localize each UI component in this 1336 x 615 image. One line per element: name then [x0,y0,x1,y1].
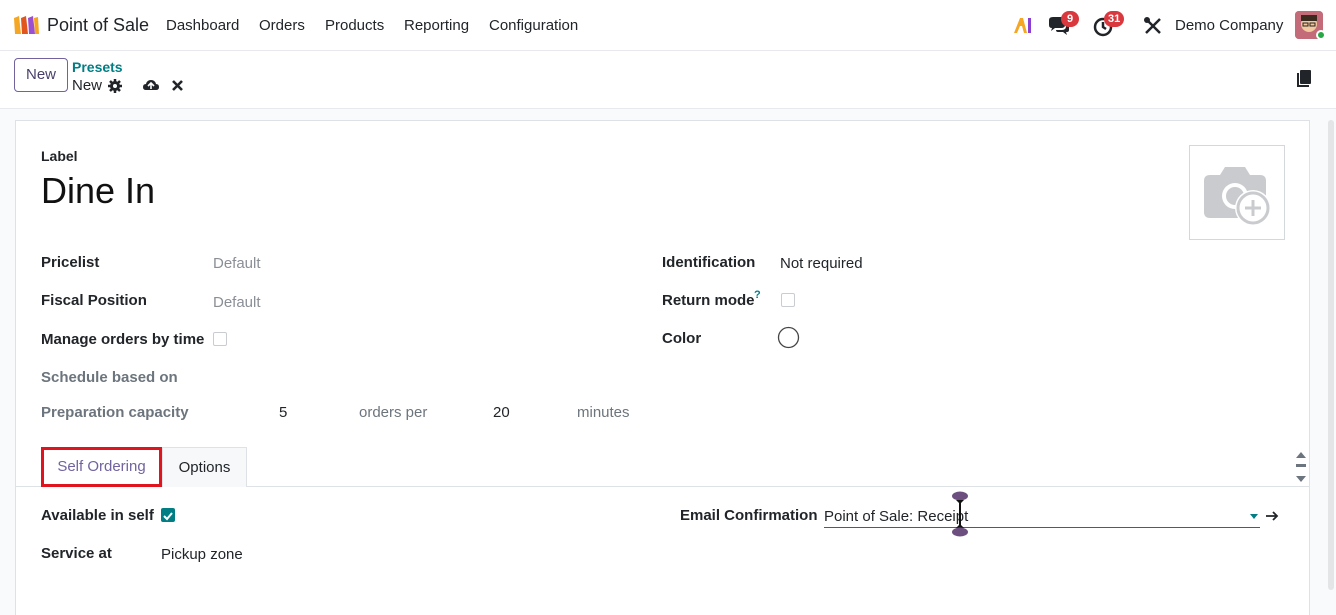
company-switcher[interactable]: Demo Company [1175,17,1283,34]
pricelist-field[interactable]: Default [213,255,261,272]
scroll-arrows-icon[interactable] [1294,450,1308,484]
prep-minutes-field[interactable]: 20 [493,404,510,421]
service-at-field[interactable]: Pickup zone [161,546,243,563]
discard-icon[interactable] [171,79,184,92]
form-sheet [15,120,1310,615]
minutes-text: minutes [577,404,630,421]
fiscal-position-label: Fiscal Position [41,292,147,309]
new-button[interactable]: New [14,58,68,92]
email-confirmation-label: Email Confirmation [680,507,818,524]
return-mode-checkbox[interactable] [781,293,795,307]
service-at-label: Service at [41,545,112,562]
top-navbar: Point of Sale Dashboard Orders Products … [0,0,1336,51]
chevron-down-icon[interactable] [1250,514,1258,519]
pricelist-label: Pricelist [41,254,100,271]
schedule-label: Schedule based on [41,369,178,386]
camera-add-icon [1204,167,1271,226]
email-confirmation-input[interactable]: Point of Sale: Receipt [824,506,1260,528]
breadcrumb-presets[interactable]: Presets [72,59,123,75]
menu-configuration[interactable]: Configuration [489,17,578,34]
menu-orders[interactable]: Orders [259,17,305,34]
color-label: Color [662,330,702,347]
text-cursor-handle-icon [952,491,968,537]
prep-capacity-label: Preparation capacity [41,404,189,421]
label-caption: Label [41,148,78,164]
tab-options[interactable]: Options [162,447,247,487]
identification-field[interactable]: Not required [780,255,863,272]
menu-reporting[interactable]: Reporting [404,17,469,34]
online-status-icon [1316,30,1326,40]
available-in-self-checkbox[interactable] [161,508,175,522]
manage-orders-checkbox[interactable] [213,332,227,346]
page-scrollbar[interactable] [1328,120,1334,590]
tab-self-ordering[interactable]: Self Ordering [41,447,162,487]
pos-app-icon[interactable] [12,14,40,36]
chatter-toggle-icon[interactable] [1297,69,1313,87]
menu-dashboard[interactable]: Dashboard [166,17,239,34]
tools-icon[interactable] [1141,14,1165,38]
label-title-input[interactable]: Dine In [41,170,155,212]
breadcrumb-current: New [72,77,103,94]
manage-orders-label: Manage orders by time [41,331,205,348]
activities-badge: 31 [1104,11,1125,27]
checkmark-icon [163,512,173,521]
ai-icon[interactable] [1012,15,1034,35]
fiscal-position-field[interactable]: Default [213,294,261,311]
messages-badge: 9 [1061,11,1079,27]
available-in-self-label: Available in self [41,507,154,524]
save-cloud-icon[interactable] [142,77,160,93]
image-upload[interactable] [1189,145,1285,240]
app-name[interactable]: Point of Sale [47,15,149,36]
internal-link-arrow-icon[interactable] [1264,508,1280,524]
color-picker-swatch[interactable] [777,326,800,349]
control-panel: New Presets New [0,51,1336,109]
gear-icon[interactable] [107,78,123,94]
return-mode-label: Return mode [662,292,755,309]
prep-orders-field[interactable]: 5 [279,404,287,421]
orders-per-text: orders per [359,404,428,421]
menu-products[interactable]: Products [325,17,384,34]
return-mode-help-icon[interactable]: ? [754,289,761,301]
identification-label: Identification [662,254,756,271]
